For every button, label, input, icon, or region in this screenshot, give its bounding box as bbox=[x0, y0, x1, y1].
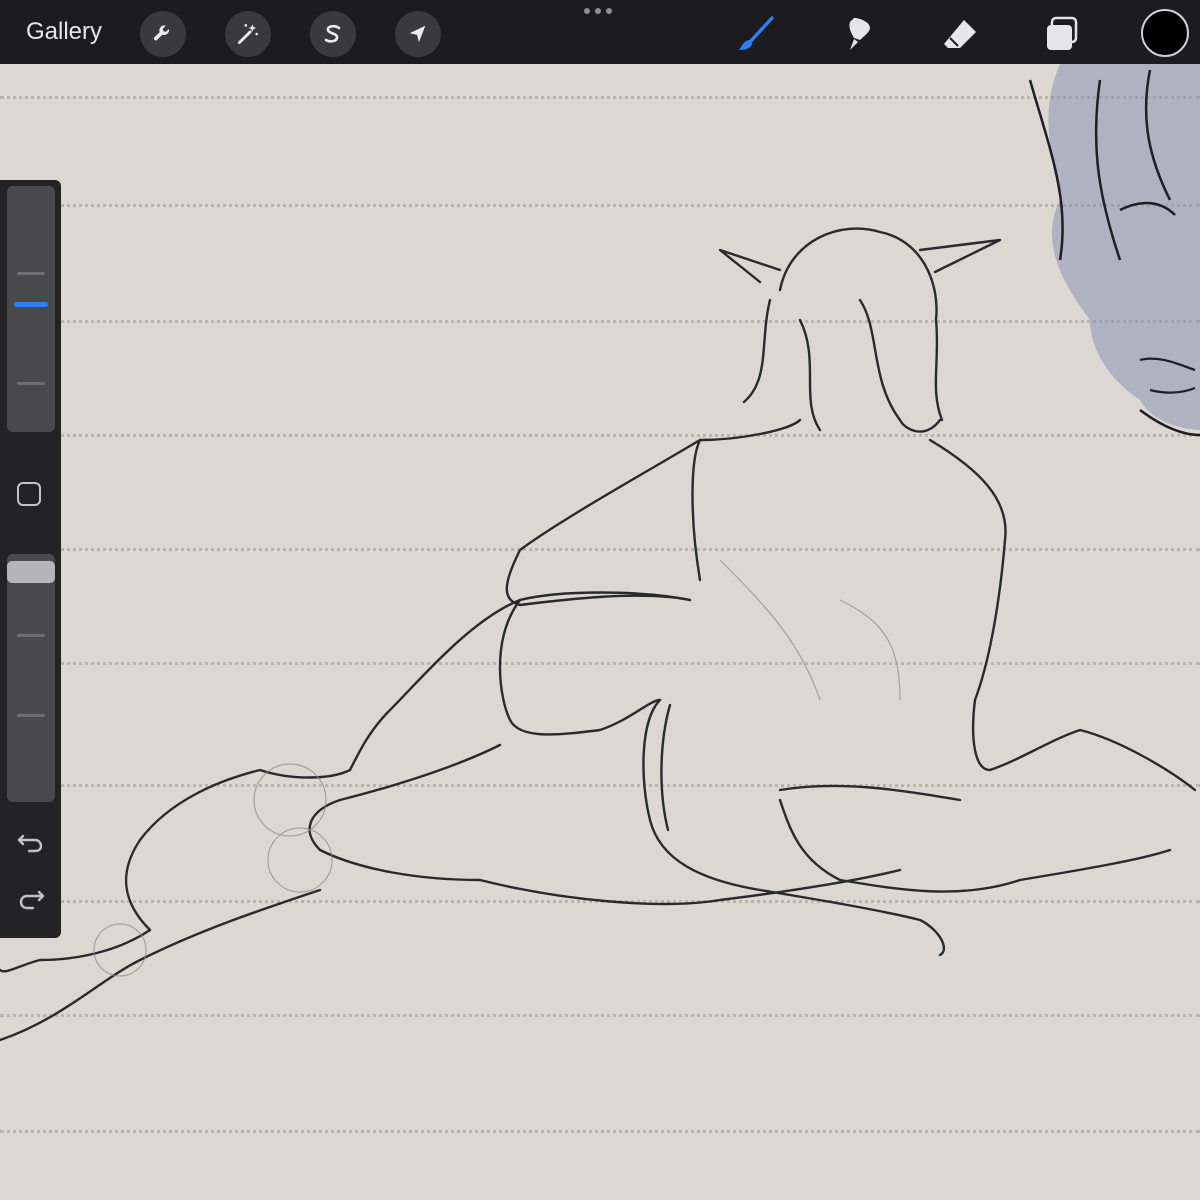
gallery-button[interactable]: Gallery bbox=[26, 16, 102, 48]
dot-icon bbox=[606, 8, 612, 14]
drawing-canvas[interactable] bbox=[0, 64, 1200, 1200]
wrench-icon bbox=[153, 25, 170, 41]
opacity-thumb[interactable] bbox=[7, 561, 55, 583]
slider-tick bbox=[17, 714, 45, 717]
sidebar bbox=[0, 180, 61, 938]
modify-button[interactable] bbox=[17, 482, 41, 506]
selection-s-icon bbox=[324, 24, 341, 43]
redo-arrow-icon[interactable] bbox=[15, 886, 47, 918]
layers-button[interactable] bbox=[1040, 12, 1084, 56]
color-picker-button[interactable] bbox=[1141, 9, 1189, 57]
transform-arrow-icon bbox=[409, 25, 426, 43]
undo-arrow-icon[interactable] bbox=[15, 824, 47, 856]
eraser-icon bbox=[944, 20, 976, 48]
more-options-button[interactable] bbox=[584, 8, 612, 14]
transform-button[interactable] bbox=[395, 11, 441, 57]
layers-icon bbox=[1047, 16, 1078, 50]
brush-icon bbox=[739, 16, 774, 50]
brush-size-thumb[interactable] bbox=[14, 302, 48, 307]
eraser-tool-button[interactable] bbox=[938, 12, 982, 56]
magic-wand-icon bbox=[237, 24, 258, 45]
dot-icon bbox=[584, 8, 590, 14]
smudge-tool-button[interactable] bbox=[836, 12, 880, 56]
selection-button[interactable] bbox=[310, 11, 356, 57]
figure-sketch bbox=[0, 64, 1200, 1042]
slider-tick bbox=[17, 634, 45, 637]
brush-size-slider[interactable] bbox=[7, 186, 55, 432]
dot-icon bbox=[595, 8, 601, 14]
smudge-icon bbox=[849, 18, 870, 50]
slider-tick bbox=[17, 382, 45, 385]
opacity-slider[interactable] bbox=[7, 554, 55, 802]
actions-button[interactable] bbox=[140, 11, 186, 57]
adjustments-button[interactable] bbox=[225, 11, 271, 57]
slider-tick bbox=[17, 272, 45, 275]
top-toolbar: Gallery bbox=[0, 0, 1200, 64]
brush-tool-button[interactable] bbox=[734, 12, 778, 56]
